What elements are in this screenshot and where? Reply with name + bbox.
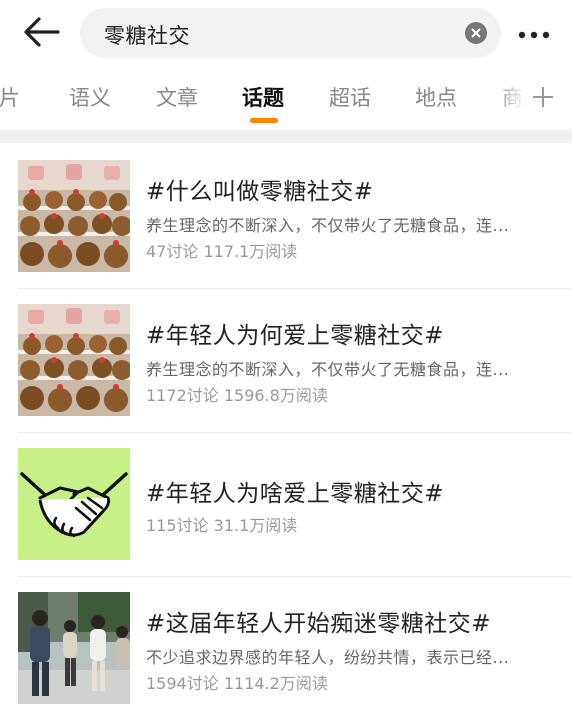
row-divider	[18, 576, 572, 577]
topic-description: 不少追求边界感的年轻人，纷纷共情，表示已经...	[146, 648, 510, 667]
topic-stats: 115讨论 31.1万阅读	[146, 512, 297, 536]
tab-places[interactable]: 地点	[415, 82, 457, 112]
plus-icon[interactable]	[532, 86, 554, 108]
discussion-count: 115讨论	[146, 516, 209, 535]
row-divider	[18, 432, 572, 433]
search-bar[interactable]: 零糖社交	[80, 8, 501, 58]
topic-description: 养生理念的不断深入，不仅带火了无糖食品，连...	[146, 216, 510, 235]
plush-toys-image	[18, 304, 130, 416]
tab-bar: 图片 语义 文章 话题 超话 地点 商品	[0, 70, 572, 128]
topic-stats: 47讨论 117.1万阅读	[146, 238, 297, 262]
topic-title: #什么叫做零糖社交#	[146, 179, 374, 205]
topic-title: #年轻人为何爱上零糖社交#	[146, 323, 445, 349]
header: 零糖社交	[0, 0, 572, 64]
tab-semantic[interactable]: 语义	[69, 82, 111, 112]
more-icon[interactable]	[516, 26, 556, 39]
handshake-icon	[18, 448, 130, 560]
read-count: 31.1万阅读	[213, 516, 298, 535]
tab-articles[interactable]: 文章	[156, 82, 198, 112]
discussion-count: 47讨论	[146, 242, 199, 261]
read-count: 117.1万阅读	[203, 242, 298, 261]
discussion-count: 1172讨论	[146, 386, 219, 405]
clear-icon[interactable]	[465, 22, 487, 44]
tab-super-topics[interactable]: 超话	[329, 82, 371, 112]
topic-row[interactable]: #什么叫做零糖社交# 养生理念的不断深入，不仅带火了无糖食品，连... 47讨论…	[0, 146, 572, 289]
people-photo	[18, 592, 130, 704]
topic-description: 养生理念的不断深入，不仅带火了无糖食品，连...	[146, 360, 510, 379]
read-count: 1596.8万阅读	[223, 386, 328, 405]
search-query[interactable]: 零糖社交	[104, 20, 190, 50]
row-divider	[18, 288, 572, 289]
section-divider	[0, 130, 572, 143]
back-arrow-icon[interactable]	[22, 14, 62, 50]
topic-row[interactable]: #这届年轻人开始痴迷零糖社交# 不少追求边界感的年轻人，纷纷共情，表示已经...…	[0, 578, 572, 721]
topic-row[interactable]: #年轻人为啥爱上零糖社交# 115讨论 31.1万阅读	[0, 434, 572, 577]
topic-title: #年轻人为啥爱上零糖社交#	[146, 481, 445, 507]
tab-images[interactable]: 图片	[0, 82, 20, 112]
plush-toys-image	[18, 160, 130, 272]
topic-title: #这届年轻人开始痴迷零糖社交#	[146, 611, 492, 637]
topic-row[interactable]: #年轻人为何爱上零糖社交# 养生理念的不断深入，不仅带火了无糖食品，连... 1…	[0, 290, 572, 433]
read-count: 1114.2万阅读	[223, 674, 328, 693]
tab-topics[interactable]: 话题	[242, 82, 284, 112]
active-tab-indicator	[250, 118, 278, 123]
discussion-count: 1594讨论	[146, 674, 219, 693]
topic-stats: 1172讨论 1596.8万阅读	[146, 382, 328, 406]
topic-stats: 1594讨论 1114.2万阅读	[146, 670, 328, 694]
